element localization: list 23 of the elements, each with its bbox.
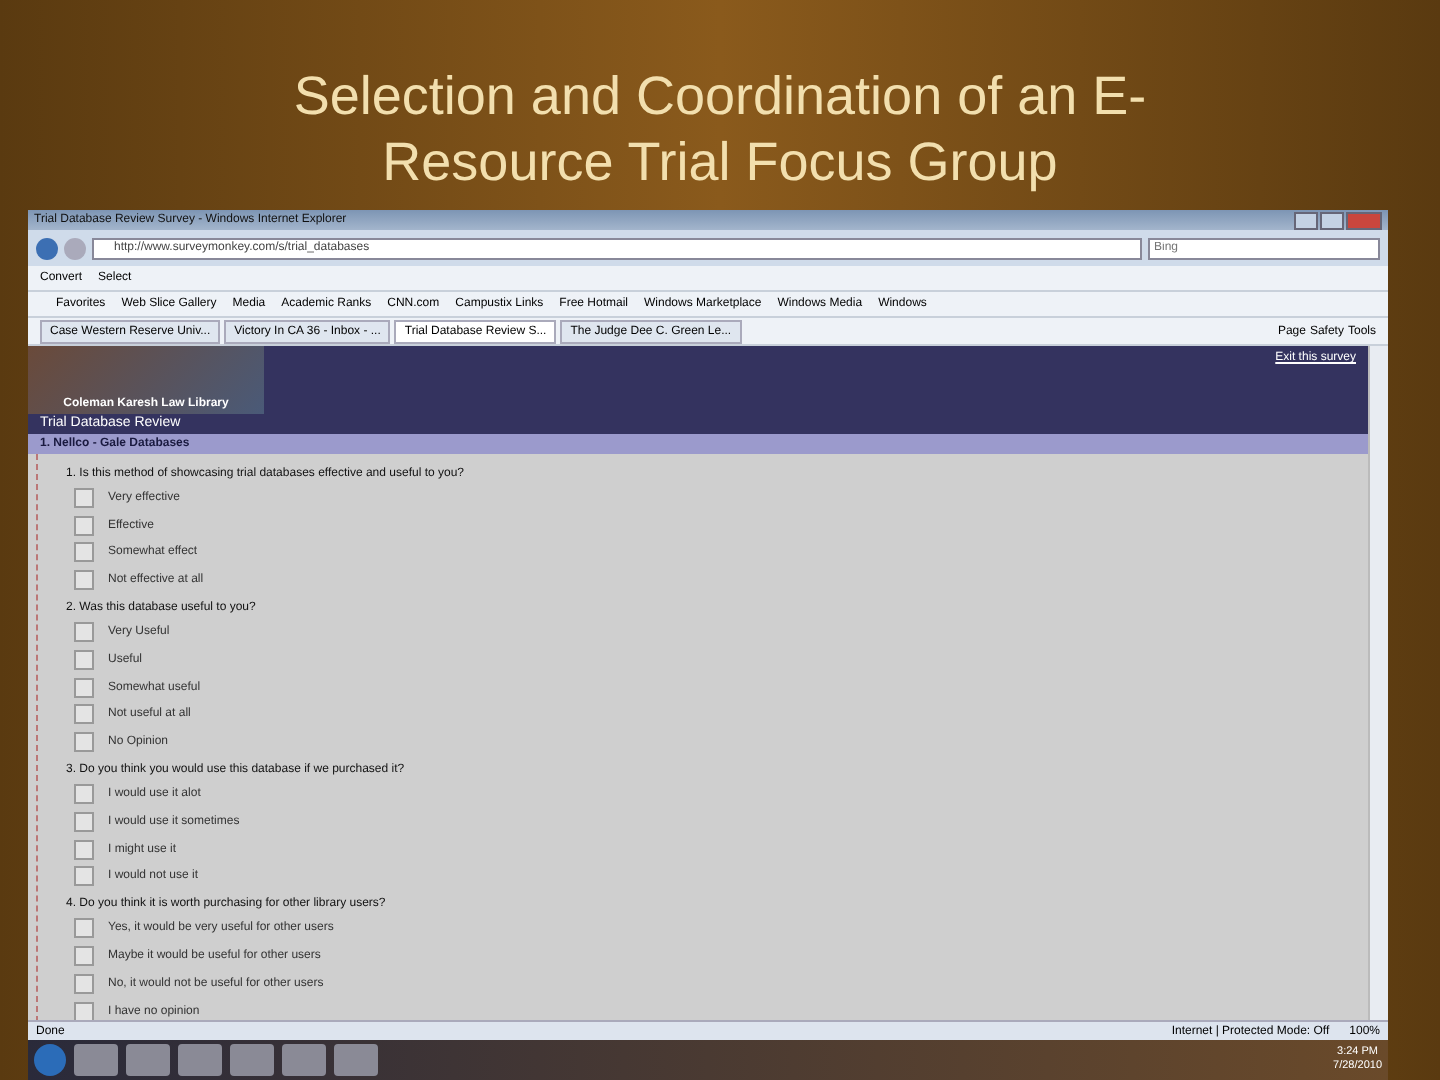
checkbox[interactable] bbox=[74, 918, 94, 939]
checkbox[interactable] bbox=[74, 570, 94, 591]
checkbox[interactable] bbox=[74, 622, 94, 643]
checkbox[interactable] bbox=[74, 704, 94, 725]
checkbox[interactable] bbox=[74, 811, 94, 832]
checkbox[interactable] bbox=[74, 677, 94, 698]
checkbox[interactable] bbox=[74, 732, 94, 753]
maximize-button[interactable] bbox=[1320, 211, 1344, 229]
checkbox[interactable] bbox=[74, 542, 94, 563]
scrollbar[interactable] bbox=[1368, 346, 1388, 1020]
slide-title: Selection and Coordination of an E- Resource Trial Focus Group bbox=[293, 64, 1147, 196]
minimize-button[interactable] bbox=[1294, 211, 1318, 229]
checkbox[interactable] bbox=[74, 1001, 94, 1022]
checkbox[interactable] bbox=[74, 487, 94, 508]
checkbox[interactable] bbox=[74, 515, 94, 536]
checkbox[interactable] bbox=[74, 973, 94, 994]
checkbox[interactable] bbox=[74, 839, 94, 860]
close-button[interactable] bbox=[1346, 211, 1382, 229]
start-button[interactable] bbox=[34, 1044, 66, 1076]
checkbox[interactable] bbox=[74, 784, 94, 805]
checkbox[interactable] bbox=[74, 866, 94, 887]
checkbox[interactable] bbox=[74, 946, 94, 967]
checkbox[interactable] bbox=[74, 649, 94, 670]
